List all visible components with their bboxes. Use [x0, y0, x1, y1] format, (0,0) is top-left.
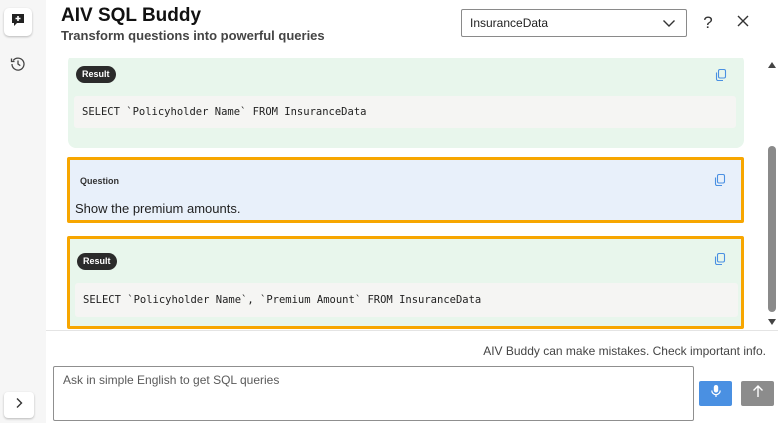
close-button[interactable]	[732, 12, 754, 34]
chevron-down-icon	[662, 16, 676, 33]
scroll-thumb[interactable]	[768, 146, 776, 312]
copy-icon[interactable]	[713, 252, 727, 266]
app-subtitle: Transform questions into powerful querie…	[61, 28, 325, 43]
chat-history: Result SELECT `Policyholder Name` FROM I…	[46, 58, 766, 330]
sql-code-block: SELECT `Policyholder Name`, `Premium Amo…	[75, 283, 738, 317]
question-text: Show the premium amounts.	[75, 201, 241, 216]
result-card: Result SELECT `Policyholder Name` FROM I…	[68, 58, 744, 148]
help-button[interactable]: ?	[697, 11, 719, 35]
expand-sidebar-button[interactable]	[4, 392, 34, 418]
question-card: Question Show the premium amounts.	[67, 157, 744, 223]
microphone-button[interactable]	[699, 381, 732, 406]
copy-icon[interactable]	[714, 68, 728, 82]
sql-code-block: SELECT `Policyholder Name` FROM Insuranc…	[74, 96, 736, 128]
left-rail	[0, 0, 46, 423]
chevron-right-icon	[14, 396, 24, 414]
scroll-down-arrow[interactable]	[768, 319, 776, 325]
database-select[interactable]: InsuranceData	[461, 9, 687, 37]
send-button[interactable]	[741, 381, 774, 406]
history-button[interactable]	[4, 52, 32, 80]
question-label: Question	[80, 176, 120, 186]
chat-scrollbar[interactable]	[766, 58, 778, 330]
database-select-value: InsuranceData	[470, 16, 549, 30]
new-chat-icon	[11, 13, 25, 32]
disclaimer-text: AIV Buddy can make mistakes. Check impor…	[483, 344, 766, 358]
scroll-up-arrow[interactable]	[768, 62, 776, 68]
app-title: AIV SQL Buddy	[61, 5, 202, 26]
copy-icon[interactable]	[713, 173, 727, 187]
close-icon	[736, 14, 750, 33]
result-badge: Result	[76, 66, 116, 83]
microphone-icon	[710, 384, 722, 403]
new-chat-button[interactable]	[4, 8, 32, 36]
question-input[interactable]	[53, 366, 694, 421]
result-card: Result SELECT `Policyholder Name`, `Prem…	[67, 236, 744, 329]
result-badge: Result	[77, 253, 117, 270]
divider	[46, 330, 778, 331]
history-icon	[10, 56, 26, 77]
arrow-up-icon	[752, 384, 764, 403]
